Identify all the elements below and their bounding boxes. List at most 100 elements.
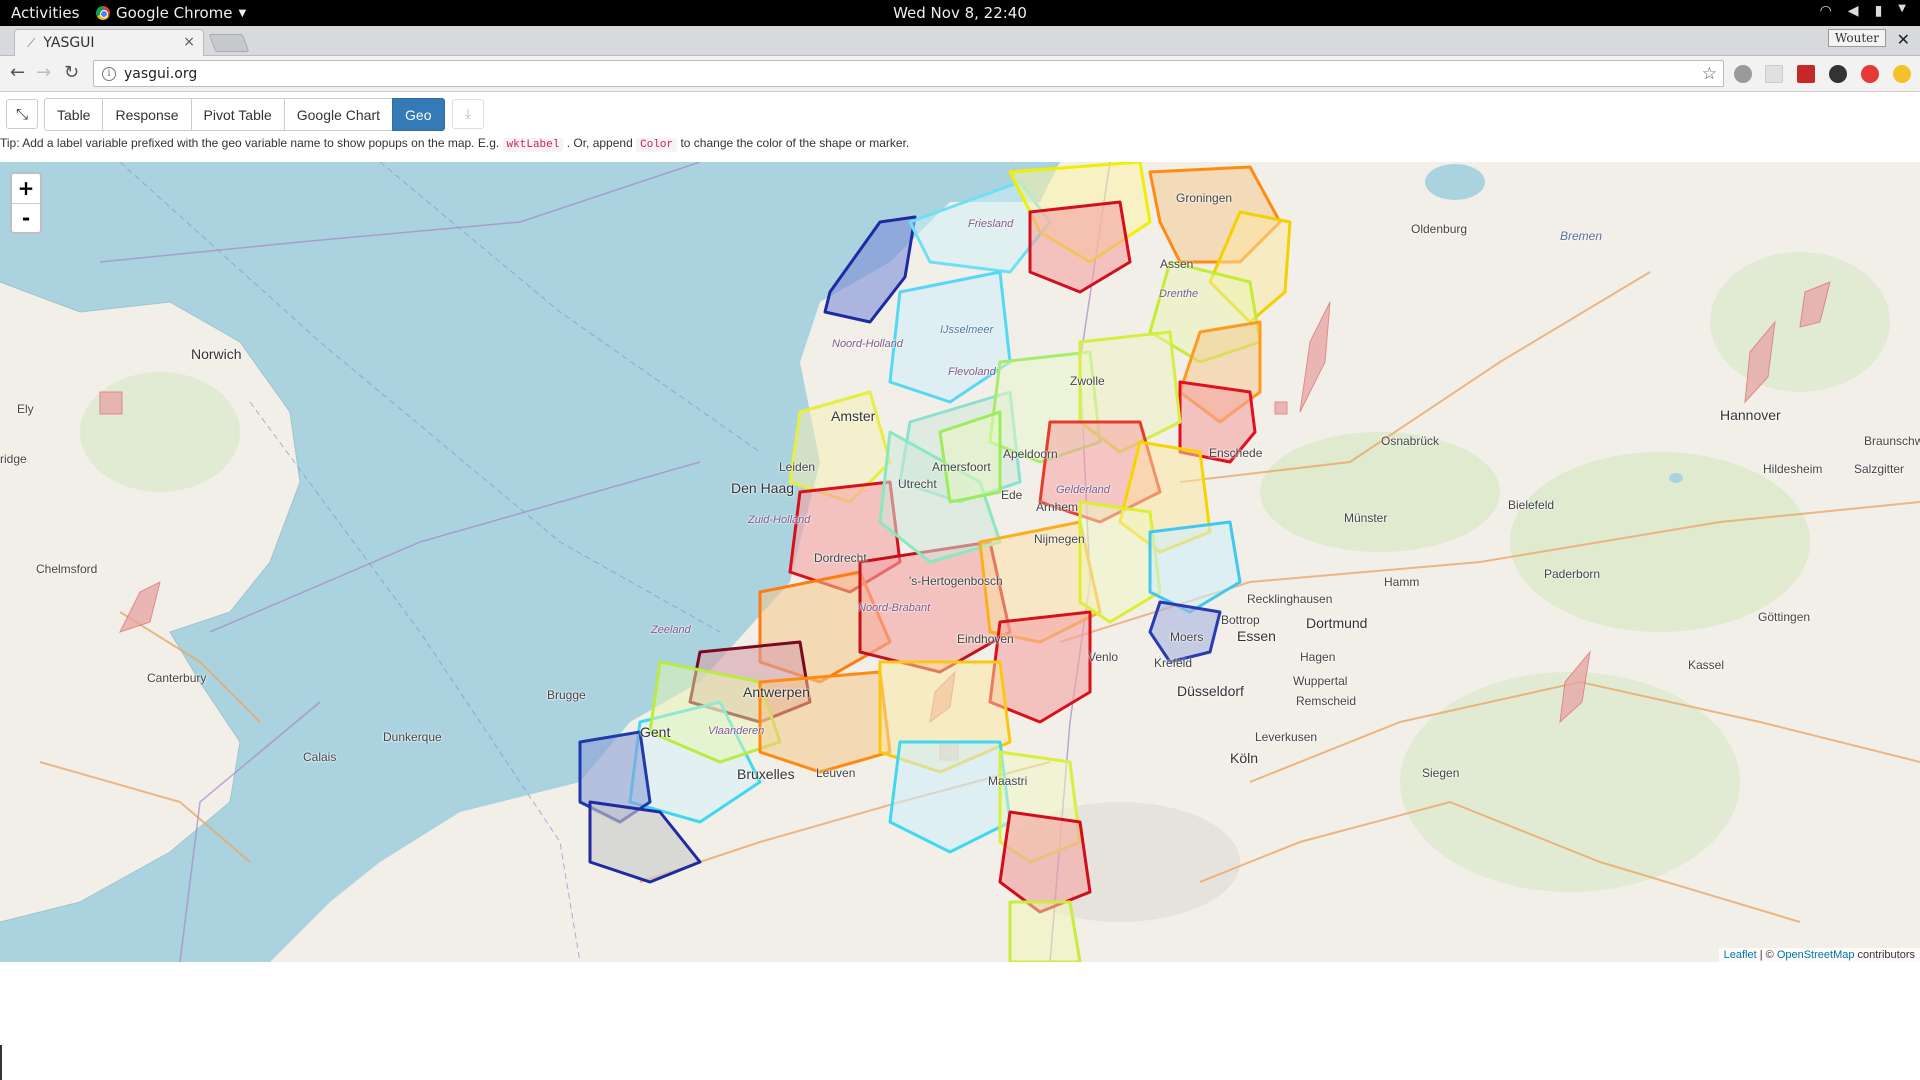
place-label-flevoland: Flevoland (948, 366, 996, 378)
place-label-chelmsford: Chelmsford (36, 562, 98, 576)
place-label-dortmund: Dortmund (1306, 615, 1368, 631)
extension-dark-icon[interactable] (1829, 65, 1847, 83)
tip-code-wktlabel: wktLabel (502, 138, 564, 152)
place-label-noord-brabant: Noord-Brabant (858, 602, 931, 614)
place-label-wuppertal: Wuppertal (1293, 674, 1348, 688)
plugin-button-google-chart[interactable]: Google Chart (283, 98, 394, 131)
openstreetmap-link[interactable]: OpenStreetMap (1777, 949, 1855, 961)
extension-red-icon[interactable] (1797, 65, 1815, 83)
download-icon: ⤓ (464, 106, 472, 122)
tab-yasgui[interactable]: ⟋ YASGUI × (14, 29, 204, 56)
place-label-dunkerque: Dunkerque (383, 730, 442, 744)
page-bottom-area (0, 962, 1920, 1080)
results-header: ⤡ Table Response Pivot Table Google Char… (0, 92, 1920, 162)
app-menu-label: Google Chrome (116, 4, 233, 22)
place-label-maastricht: Maastri (988, 774, 1028, 788)
system-status-area[interactable]: ◠ ◀ ▮ ▼ (1820, 3, 1906, 19)
place-label-groningen: Groningen (1176, 191, 1233, 205)
place-label-amersfoort: Amersfoort (932, 460, 991, 474)
place-label-zeeland: Zeeland (651, 624, 691, 636)
place-label-utrecht: Utrecht (898, 477, 937, 491)
chrome-icon (96, 6, 110, 20)
place-label-moers: Moers (1170, 630, 1204, 644)
place-label-ijsselmeer: IJsselmeer (940, 324, 994, 336)
place-label-bruxelles: Bruxelles (737, 766, 795, 782)
place-label-leverkusen: Leverkusen (1255, 730, 1318, 744)
place-label-hildesheim: Hildesheim (1763, 462, 1823, 476)
place-label-eindhoven: Eindhoven (957, 632, 1014, 646)
place-label-noord-holland: Noord-Holland (832, 338, 903, 350)
place-label-gottingen: Göttingen (1758, 610, 1811, 624)
extension-grid-icon[interactable] (1765, 65, 1783, 83)
plugin-button-pivot-table[interactable]: Pivot Table (190, 98, 285, 131)
place-label-drenthe: Drenthe (1159, 288, 1199, 300)
map-canvas[interactable] (0, 162, 1920, 962)
place-label-hertogenbosch: 's-Hertogenbosch (909, 574, 1003, 588)
battery-icon: ▮ (1874, 3, 1883, 19)
place-label-salzgitter: Salzgitter (1854, 462, 1905, 476)
leaflet-link[interactable]: Leaflet (1724, 949, 1757, 961)
extension-warning-icon[interactable] (1893, 65, 1911, 83)
tip-text-2: . Or, append (566, 136, 633, 150)
place-label-norwich: Norwich (191, 346, 242, 362)
zoom-in-button[interactable]: + (12, 174, 40, 203)
close-tab-icon[interactable]: × (183, 34, 195, 50)
place-label-zwolle: Zwolle (1070, 374, 1105, 388)
place-label-ely: Ely (17, 402, 34, 416)
yasgui-favicon-icon: ⟋ (27, 35, 36, 50)
place-label-zuid-holland: Zuid-Holland (748, 514, 811, 526)
place-label-braunschweig: Braunschweig (1864, 434, 1920, 448)
window-close-icon[interactable]: ✕ (1897, 30, 1910, 49)
place-label-enschede: Enschede (1209, 446, 1263, 460)
place-label-bottrop: Bottrop (1221, 613, 1260, 627)
place-label-recklinghausen: Recklinghausen (1247, 592, 1333, 606)
plugin-button-response[interactable]: Response (102, 98, 192, 131)
chevron-down-icon: ▼ (1898, 3, 1906, 14)
volume-icon: ◀ (1847, 3, 1859, 19)
place-label-krefeld: Krefeld (1154, 656, 1193, 670)
place-label-gent: Gent (640, 724, 671, 740)
download-button[interactable]: ⤓ (452, 99, 484, 129)
place-label-apeldoorn: Apeldoorn (1003, 447, 1058, 461)
fullscreen-toggle-button[interactable]: ⤡ (6, 99, 38, 129)
tab-title: YASGUI (43, 35, 95, 51)
place-label-paderborn: Paderborn (1544, 567, 1601, 581)
bookmark-star-icon[interactable]: ☆ (1702, 64, 1717, 84)
collapse-arrows-icon: ⤡ (15, 105, 28, 123)
place-label-antwerpen: Antwerpen (743, 684, 810, 700)
place-label-kassel: Kassel (1688, 658, 1725, 672)
reload-icon[interactable]: ↻ (64, 62, 79, 83)
place-label-koln: Köln (1230, 750, 1259, 766)
plugin-button-table[interactable]: Table (44, 98, 104, 131)
new-tab-button[interactable] (208, 34, 250, 52)
tip-text-3: to change the color of the shape or mark… (680, 136, 910, 150)
place-label-hagen: Hagen (1300, 650, 1336, 664)
forward-arrow-icon[interactable]: → (36, 62, 51, 83)
place-label-munster: Münster (1344, 511, 1388, 525)
place-label-siegen: Siegen (1422, 766, 1460, 780)
place-label-oldenburg: Oldenburg (1411, 222, 1468, 236)
output-plugin-selector: Table Response Pivot Table Google Chart … (44, 98, 445, 131)
zoom-out-button[interactable]: - (12, 203, 40, 232)
address-bar[interactable]: i yasgui.org ☆ (93, 60, 1724, 87)
extension-opera-icon[interactable] (1861, 65, 1879, 83)
app-menu[interactable]: Google Chrome ▼ (96, 4, 246, 22)
place-label-dusseldorf: Düsseldorf (1177, 683, 1244, 699)
profile-button[interactable]: Wouter (1827, 29, 1886, 47)
place-label-nijmegen: Nijmegen (1034, 532, 1085, 546)
geo-map[interactable]: Norwich Ely ridge Chelmsford Canterbury … (0, 162, 1920, 962)
zoom-control: + - (10, 172, 42, 234)
attribution-suffix: contributors (1854, 949, 1915, 961)
place-label-osnabruck: Osnabrück (1381, 434, 1440, 448)
place-label-hannover: Hannover (1720, 407, 1781, 423)
back-arrow-icon[interactable]: ← (10, 62, 25, 83)
place-label-bielefeld: Bielefeld (1508, 498, 1555, 512)
tip-code-color: Color (636, 138, 678, 152)
activities-button[interactable]: Activities (11, 4, 79, 22)
place-label-vlaanderen: Vlaanderen (708, 725, 765, 737)
place-label-canterbury: Canterbury (147, 671, 207, 685)
extension-sync-icon[interactable] (1734, 65, 1752, 83)
map-attribution: Leaflet | © OpenStreetMap contributors (1718, 948, 1920, 962)
plugin-button-geo[interactable]: Geo (392, 98, 445, 131)
info-icon[interactable]: i (102, 66, 116, 81)
